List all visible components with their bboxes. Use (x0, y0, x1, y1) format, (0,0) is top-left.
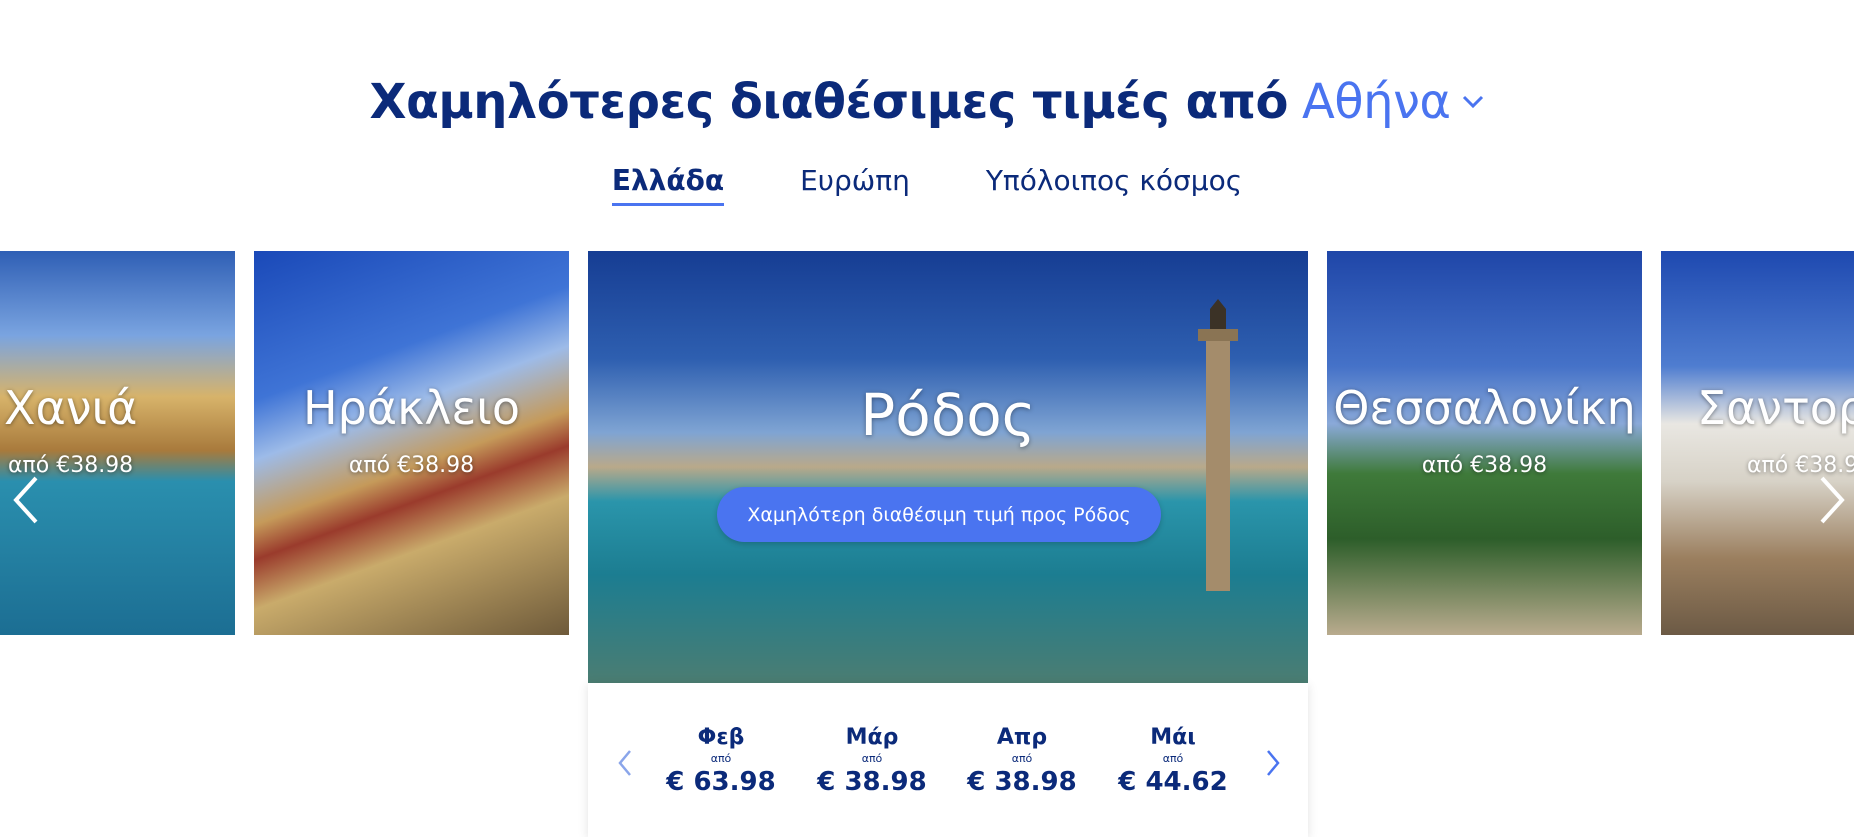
month-label: Μάι (1150, 725, 1196, 750)
title-text: Χαμηλότερες διαθέσιμες τιμές από (369, 74, 1288, 130)
month-from-label: από (861, 752, 883, 765)
month-price-item[interactable]: Μάρ από € 38.98 (807, 725, 937, 797)
month-price: € 44.62 (1118, 767, 1228, 797)
month-from-label: από (1011, 752, 1033, 765)
month-from-label: από (1162, 752, 1184, 765)
chevron-down-icon (1462, 95, 1483, 109)
heraklion-photo (254, 251, 569, 635)
chevron-right-icon (1820, 476, 1845, 524)
region-tabs: Ελλάδα Ευρώπη Υπόλοιπος κόσμος (0, 164, 1854, 206)
destination-name: Ηράκλειο (302, 381, 521, 435)
month-price-item[interactable]: Φεβ από € 63.98 (656, 725, 786, 797)
tab-greece[interactable]: Ελλάδα (611, 164, 725, 206)
destination-card-heraklion[interactable]: Ηράκλειο από €38.98 (254, 251, 569, 635)
destination-card-santorini[interactable]: Σαντορ από €38.9 (1661, 251, 1854, 635)
tab-europe[interactable]: Ευρώπη (800, 164, 910, 206)
featured-name: Ρόδος (860, 381, 1036, 449)
chevron-left-icon (618, 750, 631, 776)
origin-city-label: Αθήνα (1301, 74, 1451, 130)
tab-rest-of-world[interactable]: Υπόλοιπος κόσμος (986, 164, 1242, 206)
destination-card-thessaloniki[interactable]: Θεσσαλονίκη από €38.98 (1327, 251, 1642, 635)
destination-name: Σαντορ (1697, 381, 1854, 435)
page-title: Χαμηλότερες διαθέσιμες τιμές από Αθήνα (0, 74, 1854, 130)
month-label: Φεβ (697, 725, 745, 750)
month-label: Μάρ (845, 725, 899, 750)
page: Χαμηλότερες διαθέσιμες τιμές από Αθήνα Ελ… (0, 0, 1854, 837)
thessaloniki-photo (1327, 251, 1642, 635)
month-label: Απρ (996, 725, 1048, 750)
destination-card-chania[interactable]: Χανιά από €38.98 (0, 251, 235, 635)
origin-city-selector[interactable]: Αθήνα (1302, 74, 1485, 130)
month-price-item[interactable]: Μάι από € 44.62 (1108, 725, 1238, 797)
month-price-item[interactable]: Απρ από € 38.98 (957, 725, 1087, 797)
month-price: € 63.98 (666, 767, 776, 797)
carousel-prev-button[interactable] (6, 470, 46, 530)
months-prev-button[interactable] (614, 747, 638, 779)
chevron-left-icon (13, 476, 38, 524)
destination-name: Θεσσαλονίκη (1333, 381, 1636, 435)
destination-price: από €38.98 (348, 453, 475, 478)
destination-price: από €38.98 (1421, 453, 1548, 478)
chania-photo (0, 251, 235, 635)
carousel-next-button[interactable] (1812, 470, 1852, 530)
month-from-label: από (710, 752, 732, 765)
month-price: € 38.98 (817, 767, 927, 797)
santorini-photo (1661, 251, 1854, 635)
monthly-prices-panel: Φεβ από € 63.98 Μάρ από € 38.98 Απρ από … (588, 683, 1308, 837)
featured-destination-rhodes[interactable]: Ρόδος Χαμηλότερη διαθέσιμη τιμή προς Ρόδ… (588, 251, 1308, 683)
lowest-price-button[interactable]: Χαμηλότερη διαθέσιμη τιμή προς Ρόδος (717, 487, 1161, 542)
months-next-button[interactable] (1260, 747, 1284, 779)
chevron-right-icon (1267, 750, 1280, 776)
destination-name: Χανιά (4, 381, 138, 435)
month-price: € 38.98 (967, 767, 1077, 797)
